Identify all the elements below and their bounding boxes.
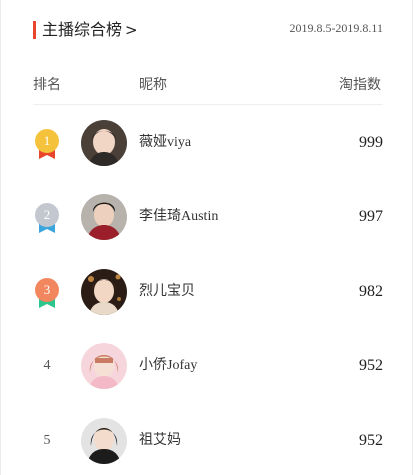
- taobao-index-value: 997: [359, 208, 383, 225]
- rank-number: 4: [43, 358, 51, 373]
- title-accent-bar: [33, 21, 36, 39]
- rank-number: 2: [43, 207, 51, 222]
- taobao-index-value: 982: [359, 283, 383, 300]
- ranking-row-5[interactable]: 5 祖艾妈 952: [1, 409, 413, 473]
- ranking-title: 主播综合榜: [42, 20, 123, 39]
- rank-number: 5: [43, 433, 51, 448]
- avatar[interactable]: [81, 418, 127, 464]
- bronze-medal-icon: 3: [34, 278, 60, 312]
- ranking-title-link[interactable]: 主播综合榜 >: [42, 19, 138, 41]
- anchor-nickname[interactable]: 祖艾妈: [139, 431, 181, 451]
- silver-medal-icon: 2: [34, 203, 60, 237]
- ranking-row-3[interactable]: 3 烈儿宝贝 982: [1, 260, 413, 324]
- ranking-header: 主播综合榜 > 2019.8.5-2019.8.11: [33, 19, 383, 41]
- anchor-nickname[interactable]: 烈儿宝贝: [139, 282, 195, 302]
- column-header-index: 淘指数: [339, 77, 381, 93]
- taobao-index-value: 999: [359, 134, 383, 151]
- ranking-row-1[interactable]: 1 薇娅viya 999: [1, 111, 413, 175]
- anchor-nickname[interactable]: 薇娅viya: [139, 133, 191, 153]
- column-header-nickname: 昵称: [139, 77, 167, 93]
- gold-medal-icon: 1: [34, 129, 60, 163]
- anchor-nickname[interactable]: 小侨Jofay: [139, 356, 197, 376]
- chevron-right-icon: >: [125, 21, 138, 39]
- avatar[interactable]: [81, 269, 127, 315]
- anchor-nickname[interactable]: 李佳琦Austin: [139, 207, 218, 227]
- ranking-row-2[interactable]: 2 李佳琦Austin 997: [1, 185, 413, 249]
- taobao-index-value: 952: [359, 432, 383, 449]
- avatar[interactable]: [81, 343, 127, 389]
- rank-number: 3: [43, 282, 51, 297]
- column-header-rank: 排名: [33, 77, 61, 93]
- anchor-ranking-card: 主播综合榜 > 2019.8.5-2019.8.11 排名 昵称 淘指数 1 薇娅…: [0, 0, 413, 475]
- date-range: 2019.8.5-2019.8.11: [289, 21, 383, 35]
- avatar[interactable]: [81, 194, 127, 240]
- ranking-row-4[interactable]: 4 小侨Jofay 952: [1, 334, 413, 398]
- rank-number: 1: [43, 133, 51, 148]
- avatar[interactable]: [81, 120, 127, 166]
- taobao-index-value: 952: [359, 357, 383, 374]
- header-divider: [33, 104, 383, 105]
